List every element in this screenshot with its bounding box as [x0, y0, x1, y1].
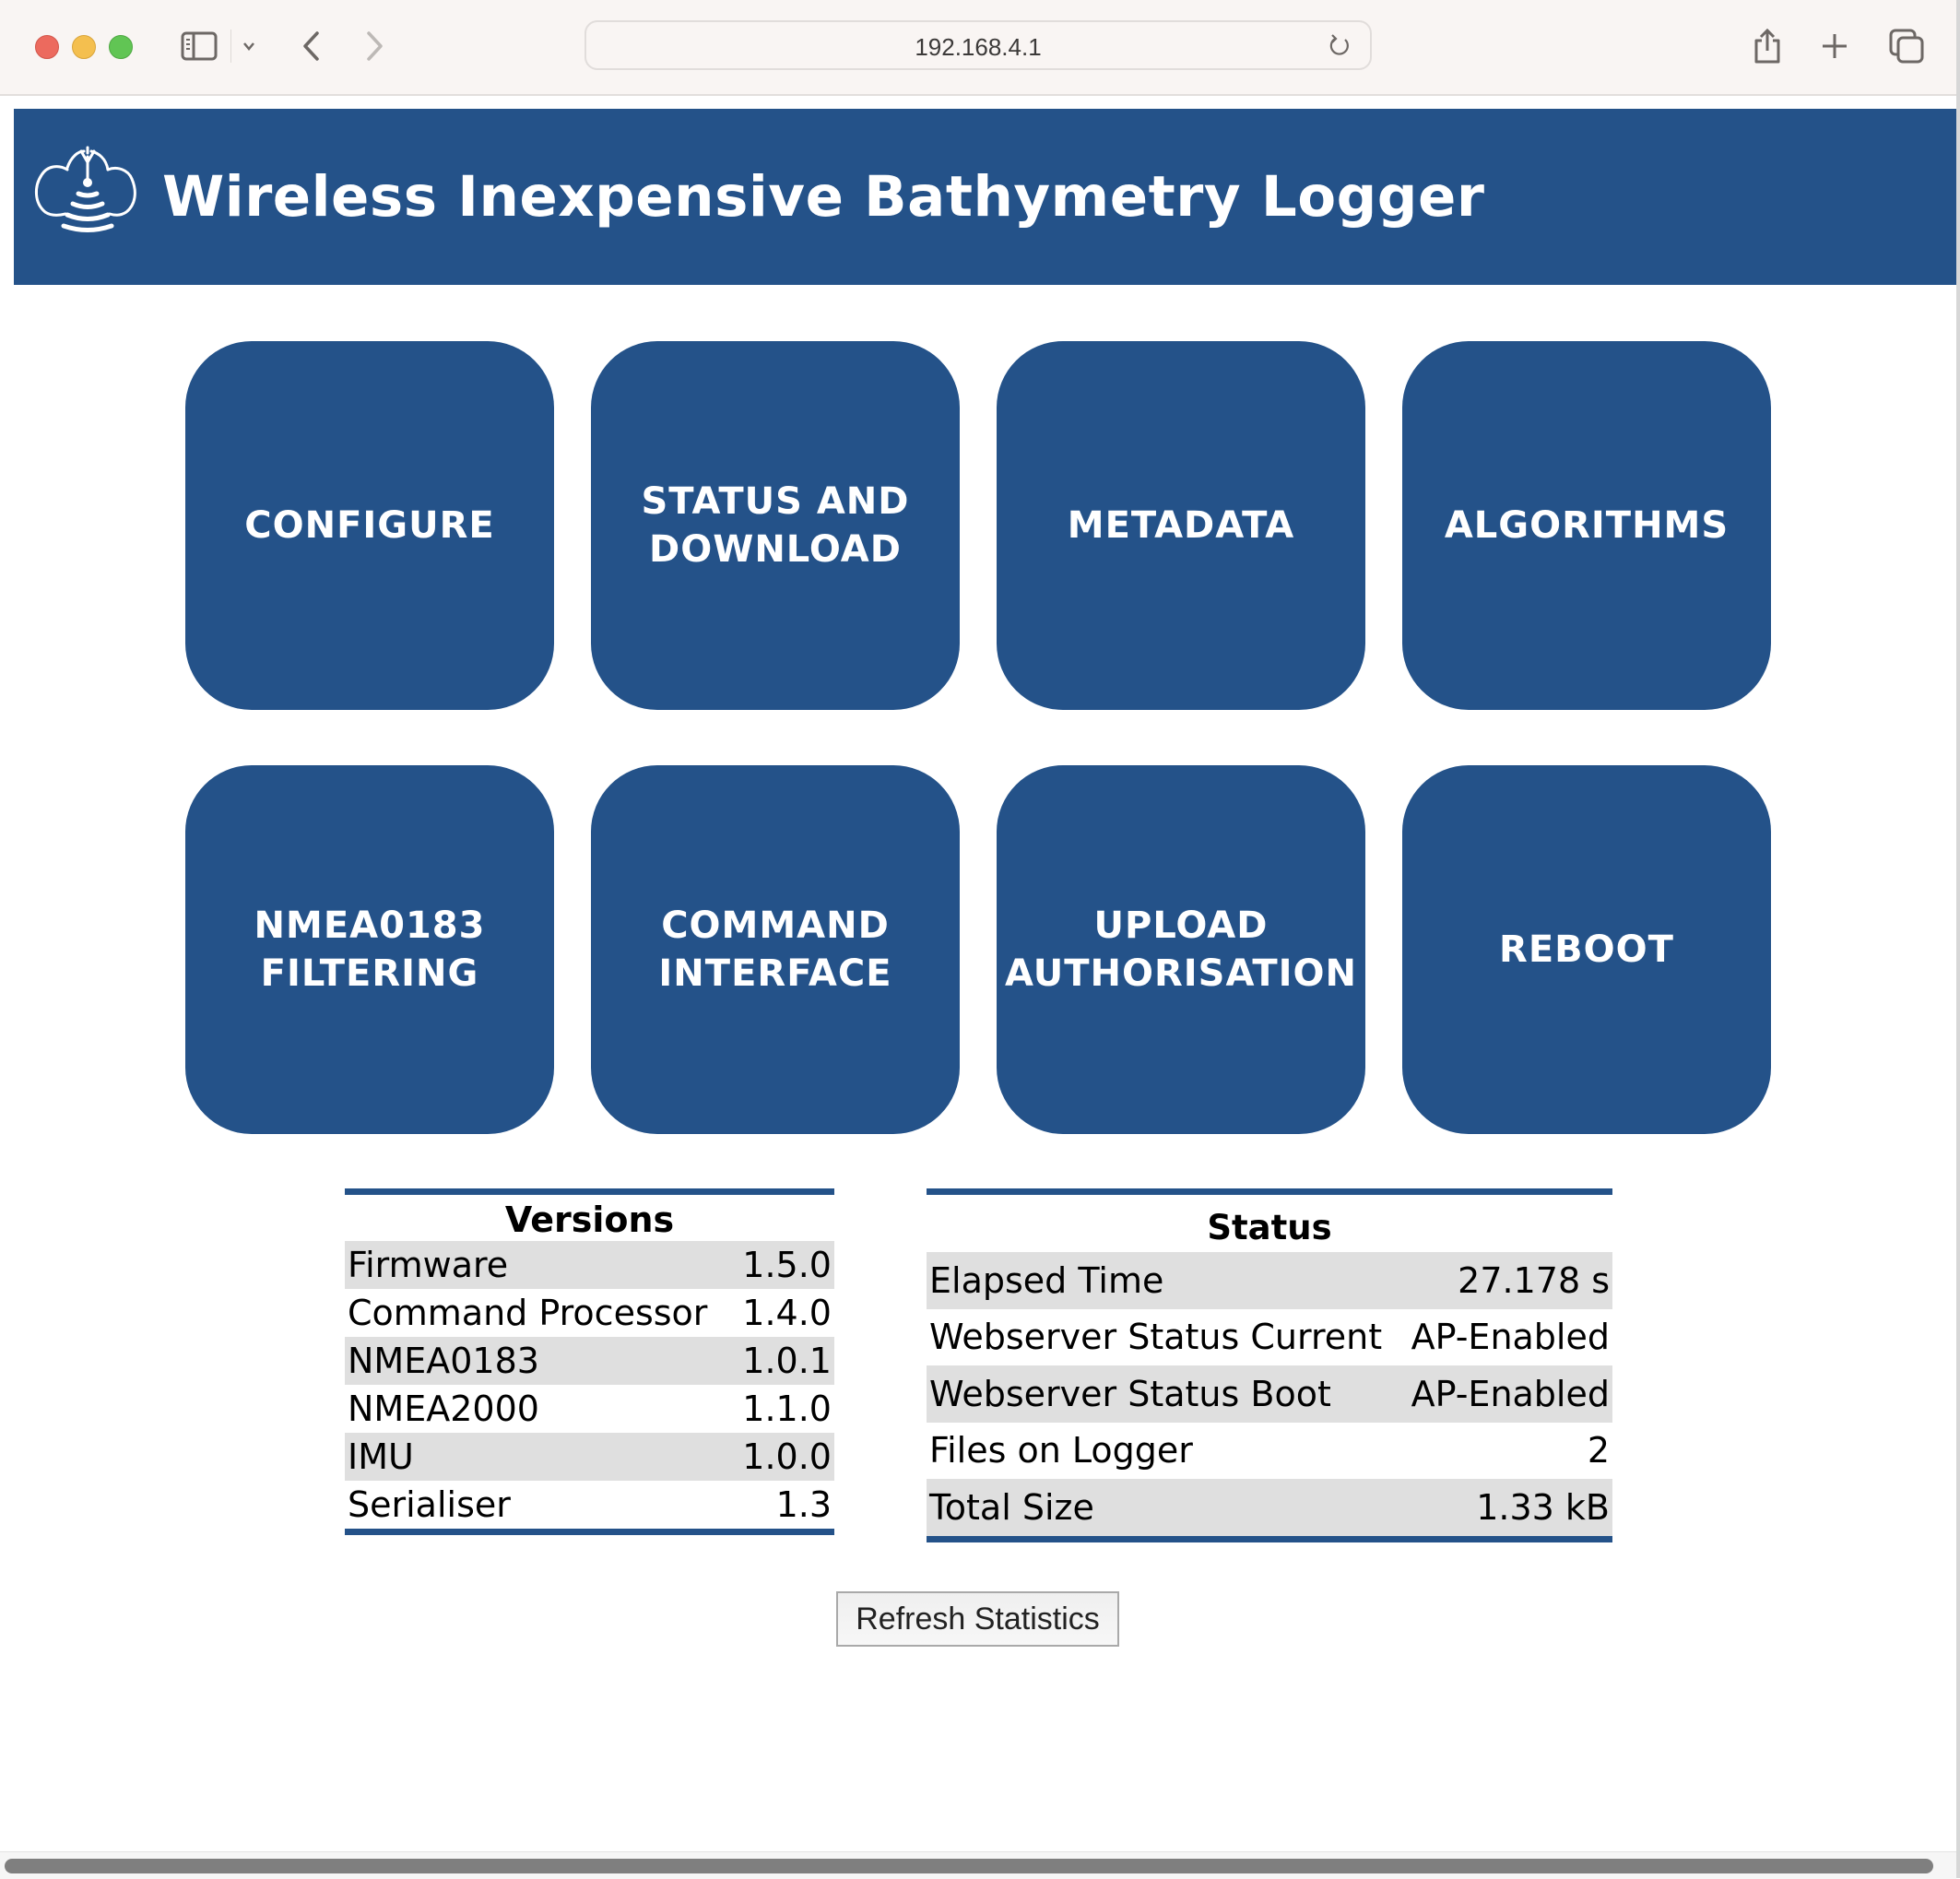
- row-label: Total Size: [929, 1486, 1094, 1528]
- row-value: 1.3: [775, 1484, 832, 1525]
- metadata-label: METADATA: [1067, 504, 1295, 547]
- row-value: 1.4.0: [742, 1293, 832, 1333]
- row-value: 1.5.0: [742, 1245, 832, 1285]
- table-row: Elapsed Time 27.178 s: [927, 1252, 1612, 1309]
- row-value: 27.178 s: [1458, 1259, 1610, 1301]
- table-row: Firmware 1.5.0: [345, 1241, 834, 1289]
- table-row: Command Processor 1.4.0: [345, 1289, 834, 1337]
- table-bottom-rule: [927, 1535, 1612, 1542]
- scrollbar-thumb[interactable]: [5, 1859, 1933, 1873]
- table-row: NMEA0183 1.0.1: [345, 1337, 834, 1385]
- row-label: Elapsed Time: [929, 1259, 1164, 1301]
- status-table: Status Elapsed Time 27.178 s Webserver S…: [927, 1188, 1612, 1542]
- table-top-rule: [927, 1188, 1612, 1195]
- reload-icon: [1329, 34, 1349, 55]
- status-and-download-label: STATUS AND DOWNLOAD: [641, 480, 910, 571]
- browser-toolbar: 192.168.4.1: [0, 0, 1960, 96]
- row-value: 1.0.1: [742, 1341, 832, 1381]
- row-value: 1.0.0: [742, 1436, 832, 1477]
- versions-table: Versions Firmware 1.5.0 Command Processo…: [345, 1188, 834, 1535]
- page-title: Wireless Inexpensive Bathymetry Logger: [162, 164, 1485, 230]
- nmea0183-filtering-label: NMEA0183 FILTERING: [254, 904, 486, 995]
- plus-icon: [1823, 34, 1847, 58]
- table-row: IMU 1.0.0: [345, 1433, 834, 1481]
- row-value: AP-Enabled: [1411, 1317, 1610, 1358]
- upload-authorisation-label: UPLOAD AUTHORISATION: [1005, 904, 1357, 995]
- reboot-label: REBOOT: [1499, 928, 1674, 971]
- row-value: 1.33 kB: [1476, 1486, 1610, 1528]
- refresh-statistics-button[interactable]: Refresh Statistics: [836, 1591, 1119, 1647]
- forward-button[interactable]: [360, 26, 391, 66]
- table-row: NMEA2000 1.1.0: [345, 1385, 834, 1433]
- versions-table-title: Versions: [504, 1199, 675, 1240]
- table-row: Files on Logger 2: [927, 1423, 1612, 1480]
- configure-label: CONFIGURE: [244, 504, 495, 547]
- logger-logo-icon: [35, 146, 136, 232]
- close-window-button[interactable]: [35, 35, 59, 59]
- algorithms-button[interactable]: ALGORITHMS: [1402, 341, 1771, 710]
- row-label: NMEA2000: [348, 1389, 539, 1429]
- row-label: Webserver Status Boot: [929, 1373, 1331, 1414]
- sidebar-menu-button[interactable]: [238, 26, 260, 66]
- row-value: 2: [1587, 1430, 1610, 1471]
- command-interface-button[interactable]: COMMAND INTERFACE: [591, 765, 960, 1134]
- nmea0183-filtering-button[interactable]: NMEA0183 FILTERING: [185, 765, 554, 1134]
- address-bar[interactable]: 192.168.4.1: [584, 20, 1372, 70]
- share-button[interactable]: [1752, 26, 1783, 66]
- status-and-download-button[interactable]: STATUS AND DOWNLOAD: [591, 341, 960, 710]
- metadata-button[interactable]: METADATA: [997, 341, 1365, 710]
- row-value: AP-Enabled: [1411, 1373, 1610, 1414]
- url-text[interactable]: 192.168.4.1: [586, 33, 1370, 62]
- row-value: 1.1.0: [742, 1389, 832, 1429]
- back-arrow-icon: [303, 31, 319, 61]
- window-edge: [1956, 0, 1960, 1878]
- page-header: Wireless Inexpensive Bathymetry Logger: [14, 109, 1956, 285]
- tab-overview-icon: [1889, 29, 1924, 64]
- reload-button[interactable]: [1326, 31, 1353, 59]
- table-top-rule: [345, 1188, 834, 1195]
- tab-overview-button[interactable]: [1888, 26, 1925, 66]
- chevron-down-icon: [243, 42, 254, 51]
- horizontal-scrollbar[interactable]: [0, 1851, 1956, 1879]
- new-tab-button[interactable]: [1818, 26, 1851, 66]
- row-label: NMEA0183: [348, 1341, 539, 1381]
- table-row: Webserver Status Current AP-Enabled: [927, 1309, 1612, 1366]
- back-button[interactable]: [295, 26, 326, 66]
- row-label: Command Processor: [348, 1293, 708, 1333]
- forward-arrow-icon: [367, 31, 383, 61]
- table-row: Serialiser 1.3: [345, 1481, 834, 1529]
- row-label: Webserver Status Current: [929, 1317, 1383, 1358]
- row-label: Firmware: [348, 1245, 509, 1285]
- zoom-window-button[interactable]: [109, 35, 133, 59]
- sidebar-icon: [181, 31, 218, 61]
- table-row: Webserver Status Boot AP-Enabled: [927, 1365, 1612, 1423]
- sidebar-toggle-button[interactable]: [177, 26, 221, 66]
- command-interface-label: COMMAND INTERFACE: [658, 904, 892, 995]
- toolbar-divider: [230, 30, 231, 63]
- upload-authorisation-button[interactable]: UPLOAD AUTHORISATION: [997, 765, 1365, 1134]
- algorithms-label: ALGORITHMS: [1444, 504, 1730, 547]
- row-label: IMU: [348, 1436, 414, 1477]
- share-icon: [1754, 28, 1780, 64]
- reboot-button[interactable]: REBOOT: [1402, 765, 1771, 1134]
- row-label: Files on Logger: [929, 1430, 1193, 1471]
- table-bottom-rule: [345, 1529, 834, 1535]
- row-label: Serialiser: [348, 1484, 511, 1525]
- status-table-title: Status: [1207, 1208, 1332, 1247]
- configure-button[interactable]: CONFIGURE: [185, 341, 554, 710]
- minimize-window-button[interactable]: [72, 35, 96, 59]
- table-row: Total Size 1.33 kB: [927, 1479, 1612, 1536]
